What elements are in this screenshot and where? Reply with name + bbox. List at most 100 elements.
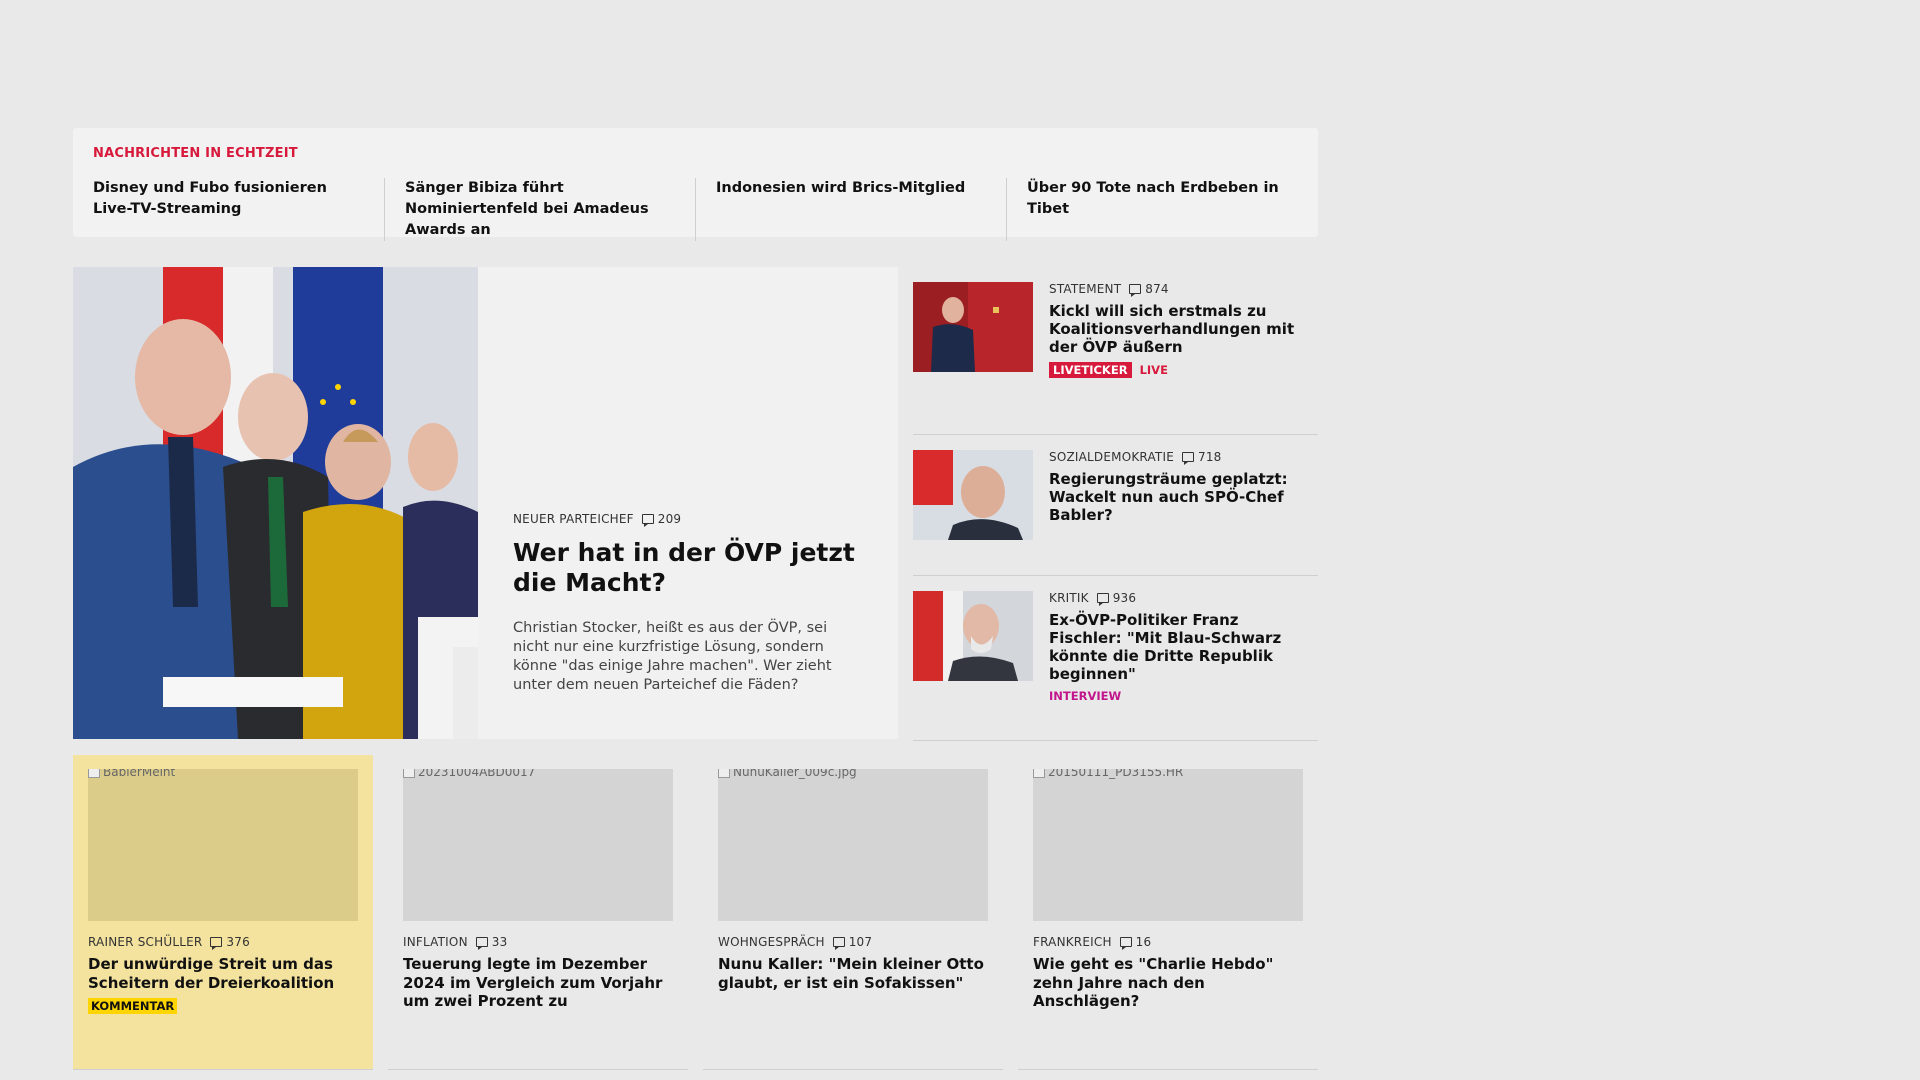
side-kicker: KRITIK 936 (1049, 591, 1314, 606)
card-title[interactable]: Nunu Kaller: "Mein kleiner Otto glaubt, … (718, 955, 988, 992)
hero-image[interactable] (73, 267, 478, 739)
comment-count[interactable]: 874 (1129, 282, 1169, 297)
comment-icon (832, 937, 845, 950)
article-card[interactable]: 20231004ABD0017 INFLATION 33 Teuerung le… (388, 755, 688, 1070)
comment-count-value: 107 (848, 935, 873, 949)
hero-teaser: Christian Stocker, heißt es aus der ÖVP,… (513, 619, 832, 693)
card-image[interactable]: 20150111_PD3155.HR (1033, 769, 1303, 921)
comment-count-value: 936 (1112, 591, 1137, 605)
ticker-label: NACHRICHTEN IN ECHTZEIT (93, 146, 298, 161)
article-card[interactable]: 20150111_PD3155.HR FRANKREICH 16 Wie geh… (1018, 755, 1318, 1070)
card-text: WOHNGESPRÄCH 107 Nunu Kaller: "Mein klei… (718, 935, 988, 992)
kicker-label: WOHNGESPRÄCH (718, 935, 825, 949)
liveticker-badge: LIVETICKER (1049, 362, 1132, 378)
comment-count[interactable]: 209 (641, 512, 682, 527)
ticker-item[interactable]: Indonesien wird Brics-Mitglied (695, 178, 1006, 241)
comment-icon (1119, 937, 1132, 950)
card-text: INFLATION 33 Teuerung legte im Dezember … (403, 935, 673, 1011)
side-article-thumbnail[interactable] (913, 282, 1033, 372)
kommentar-tag: KOMMENTAR (88, 998, 178, 1014)
comment-count[interactable]: 16 (1119, 935, 1152, 950)
card-title[interactable]: Teuerung legte im Dezember 2024 im Vergl… (403, 955, 673, 1011)
kicker-label: NEUER PARTEICHEF (513, 512, 634, 526)
side-article-thumbnail[interactable] (913, 450, 1033, 540)
side-article[interactable]: SOZIALDEMOKRATIE 718 Regierungsträume ge… (913, 435, 1318, 576)
kicker-label: STATEMENT (1049, 282, 1122, 296)
card-image[interactable]: 20231004ABD0017 (403, 769, 673, 921)
card-kicker: INFLATION 33 (403, 935, 673, 950)
comment-count[interactable]: 718 (1182, 450, 1222, 465)
kicker-label: RAINER SCHÜLLER (88, 935, 203, 949)
hero-kicker: NEUER PARTEICHEF 209 (513, 512, 863, 527)
card-image[interactable]: BablerMeint (88, 769, 358, 921)
side-kicker: STATEMENT 874 (1049, 282, 1314, 297)
news-ticker: NACHRICHTEN IN ECHTZEIT Disney und Fubo … (73, 128, 1318, 241)
side-article-list: STATEMENT 874 Kickl will sich erstmals z… (913, 267, 1318, 741)
comment-count[interactable]: 107 (832, 935, 873, 950)
article-cards: BablerMeint RAINER SCHÜLLER 376 Der unwü… (73, 755, 1318, 1070)
kicker-label: FRANKREICH (1033, 935, 1112, 949)
broken-image-alt: NunuKaller_009c.jpg (718, 769, 857, 779)
side-article-text: KRITIK 936 Ex-ÖVP-Politiker Franz Fischl… (1049, 591, 1314, 703)
side-photo-illustration (913, 591, 1033, 681)
card-title[interactable]: Wie geht es "Charlie Hebdo" zehn Jahre n… (1033, 955, 1303, 1011)
card-text: RAINER SCHÜLLER 376 Der unwürdige Streit… (88, 935, 358, 1014)
hero-text: NEUER PARTEICHEF 209 Wer hat in der ÖVP … (513, 512, 863, 709)
kicker-label: KRITIK (1049, 591, 1089, 605)
side-article-thumbnail[interactable] (913, 591, 1033, 681)
ticker-item[interactable]: Sänger Bibiza führt Nominiertenfeld bei … (384, 178, 695, 241)
comment-count[interactable]: 936 (1096, 591, 1137, 606)
tag-row: LIVETICKER LIVE (1049, 362, 1314, 378)
comment-count-value: 874 (1145, 282, 1169, 296)
side-photo-illustration (913, 282, 1033, 372)
comment-count-value: 376 (226, 935, 250, 949)
ticker-item[interactable]: Disney und Fubo fusionieren Live-TV-Stre… (73, 178, 384, 241)
interview-tag: INTERVIEW (1049, 689, 1122, 703)
side-photo-illustration (913, 450, 1033, 540)
card-text: FRANKREICH 16 Wie geht es "Charlie Hebdo… (1033, 935, 1303, 1011)
image-alt-text: 20231004ABD0017 (418, 769, 536, 779)
comment-count[interactable]: 376 (210, 935, 250, 950)
card-kicker: RAINER SCHÜLLER 376 (88, 935, 358, 950)
side-kicker: SOZIALDEMOKRATIE 718 (1049, 450, 1314, 465)
comment-count[interactable]: 33 (475, 935, 508, 950)
side-article[interactable]: STATEMENT 874 Kickl will sich erstmals z… (913, 267, 1318, 435)
broken-image-icon (403, 769, 415, 778)
comment-icon (210, 937, 223, 950)
article-card[interactable]: NunuKaller_009c.jpg WOHNGESPRÄCH 107 Nun… (703, 755, 1003, 1070)
hero-article[interactable]: NEUER PARTEICHEF 209 Wer hat in der ÖVP … (73, 267, 898, 739)
ticker-item[interactable]: Über 90 Tote nach Erdbeben in Tibet (1006, 178, 1317, 241)
hero-title[interactable]: Wer hat in der ÖVP jetzt die Macht? (513, 538, 863, 598)
side-article-text: STATEMENT 874 Kickl will sich erstmals z… (1049, 282, 1314, 378)
comment-icon (1129, 284, 1142, 297)
article-card[interactable]: BablerMeint RAINER SCHÜLLER 376 Der unwü… (73, 755, 373, 1070)
comment-count-value: 16 (1135, 935, 1152, 949)
broken-image-icon (718, 769, 730, 778)
card-title[interactable]: Der unwürdige Streit um das Scheitern de… (88, 955, 358, 992)
side-article[interactable]: KRITIK 936 Ex-ÖVP-Politiker Franz Fischl… (913, 576, 1318, 741)
broken-image-alt: 20231004ABD0017 (403, 769, 535, 779)
comment-count-value: 33 (491, 935, 508, 949)
broken-image-icon (1033, 769, 1045, 778)
side-article-title[interactable]: Ex-ÖVP-Politiker Franz Fischler: "Mit Bl… (1049, 611, 1314, 683)
hero-photo-illustration (73, 267, 478, 739)
comment-count-value: 718 (1198, 450, 1222, 464)
side-article-title[interactable]: Kickl will sich erstmals zu Koali­tionsv… (1049, 302, 1314, 356)
broken-image-alt: 20150111_PD3155.HR (1033, 769, 1183, 779)
ticker-items: Disney und Fubo fusionieren Live-TV-Stre… (73, 178, 1318, 241)
comment-icon (641, 514, 654, 527)
side-article-text: SOZIALDEMOKRATIE 718 Regierungsträume ge… (1049, 450, 1314, 524)
comment-icon (1096, 593, 1109, 606)
broken-image-icon (88, 769, 100, 778)
card-kicker: FRANKREICH 16 (1033, 935, 1303, 950)
broken-image-alt: BablerMeint (88, 769, 175, 779)
comment-icon (1182, 452, 1194, 465)
image-alt-text: NunuKaller_009c.jpg (733, 769, 857, 779)
kicker-label: SOZIALDEMOKRATIE (1049, 450, 1174, 464)
image-alt-text: 20150111_PD3155.HR (1048, 769, 1184, 779)
card-image[interactable]: NunuKaller_009c.jpg (718, 769, 988, 921)
card-kicker: WOHNGESPRÄCH 107 (718, 935, 988, 950)
live-badge: LIVE (1139, 363, 1168, 377)
side-article-title[interactable]: Regierungsträume geplatzt: Wackelt nun a… (1049, 470, 1314, 524)
comment-count-value: 209 (657, 512, 682, 526)
